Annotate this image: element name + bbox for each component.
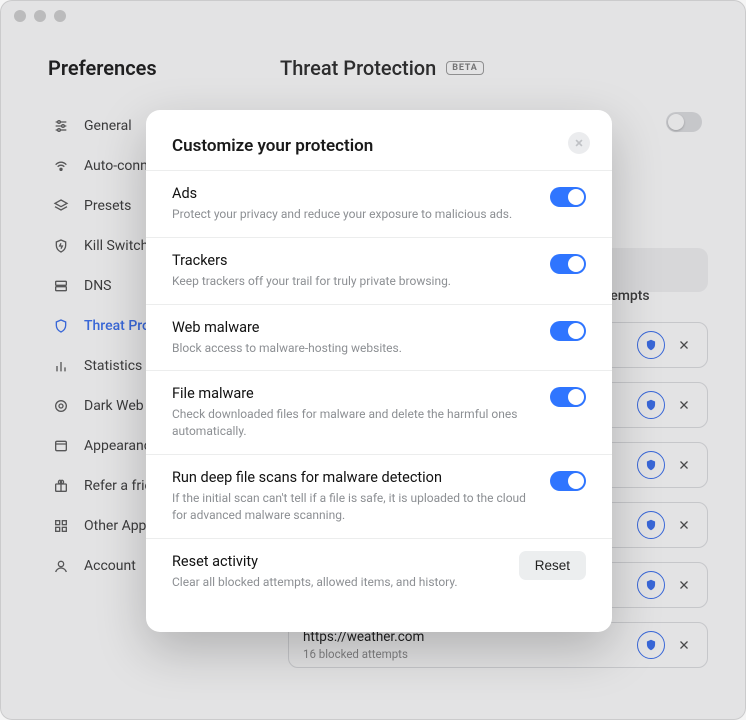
option-reset: Reset activity Clear all blocked attempt… xyxy=(146,538,612,605)
option-web-malware: Web malware Block access to malware-host… xyxy=(146,304,612,371)
option-desc: If the initial scan can't tell if a file… xyxy=(172,490,534,524)
option-title: Run deep file scans for malware detectio… xyxy=(172,469,534,486)
reset-button[interactable]: Reset xyxy=(519,551,586,580)
toggle-trackers[interactable] xyxy=(550,254,586,274)
toggle-web-malware[interactable] xyxy=(550,321,586,341)
customize-protection-modal: Customize your protection Ads Protect yo… xyxy=(146,110,612,632)
toggle-file-malware[interactable] xyxy=(550,387,586,407)
option-title: File malware xyxy=(172,385,534,402)
modal-close-button[interactable] xyxy=(568,132,590,154)
option-desc: Clear all blocked attempts, allowed item… xyxy=(172,574,503,591)
option-title: Web malware xyxy=(172,319,534,336)
option-desc: Check downloaded files for malware and d… xyxy=(172,406,534,440)
option-file-malware: File malware Check downloaded files for … xyxy=(146,370,612,454)
toggle-ads[interactable] xyxy=(550,187,586,207)
option-desc: Block access to malware-hosting websites… xyxy=(172,340,534,357)
toggle-deep-scan[interactable] xyxy=(550,471,586,491)
app-window: Preferences General Auto-connect Presets… xyxy=(0,0,746,720)
option-ads: Ads Protect your privacy and reduce your… xyxy=(146,170,612,237)
option-trackers: Trackers Keep trackers off your trail fo… xyxy=(146,237,612,304)
modal-title: Customize your protection xyxy=(146,136,612,170)
option-title: Ads xyxy=(172,185,534,202)
option-title: Trackers xyxy=(172,252,534,269)
option-title: Reset activity xyxy=(172,553,503,570)
option-desc: Protect your privacy and reduce your exp… xyxy=(172,206,534,223)
option-desc: Keep trackers off your trail for truly p… xyxy=(172,273,534,290)
option-deep-scan: Run deep file scans for malware detectio… xyxy=(146,454,612,538)
